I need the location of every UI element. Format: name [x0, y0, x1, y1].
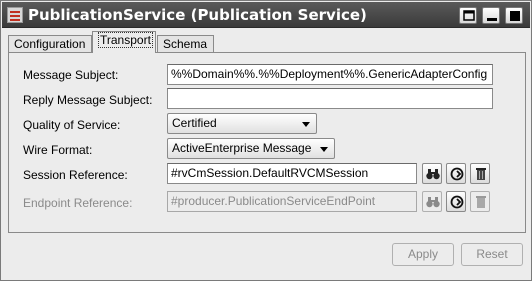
session-reference-field[interactable]: #rvCmSession.DefaultRVCMSession — [167, 163, 417, 184]
close-icon — [510, 11, 520, 21]
reset-button[interactable]: Reset — [461, 243, 523, 266]
tab-label: Transport — [98, 32, 153, 48]
tab-label: Configuration — [14, 37, 86, 51]
endpoint-browse-button[interactable] — [422, 191, 442, 212]
close-button[interactable] — [505, 7, 523, 24]
minimize-button[interactable] — [482, 7, 500, 24]
trash-icon — [476, 196, 486, 208]
publication-service-window: PublicationService (Publication Service)… — [0, 0, 532, 281]
window-restore-button[interactable] — [459, 7, 477, 24]
session-delete-button[interactable] — [470, 163, 490, 184]
minimize-icon — [487, 18, 497, 21]
title-bar[interactable]: PublicationService (Publication Service) — [2, 2, 530, 28]
endpoint-reference-label: Endpoint Reference: — [23, 196, 133, 210]
wire-format-select[interactable]: ActiveEnterprise Message — [167, 138, 335, 159]
window-restore-icon — [463, 10, 475, 21]
chevron-down-icon — [302, 122, 310, 127]
chevron-down-icon — [320, 147, 328, 152]
tab-configuration[interactable]: Configuration — [8, 35, 92, 53]
quality-of-service-select[interactable]: Certified — [167, 113, 317, 134]
adapter-app-icon — [7, 7, 23, 23]
message-subject-field[interactable]: %%Domain%%.%%Deployment%%.GenericAdapter… — [167, 64, 493, 85]
binoculars-icon — [426, 169, 440, 180]
wire-format-label: Wire Format: — [23, 143, 93, 157]
quality-of-service-label: Quality of Service: — [23, 118, 121, 132]
tab-label: Schema — [163, 37, 208, 51]
tab-transport[interactable]: Transport — [92, 31, 156, 53]
endpoint-delete-button[interactable] — [470, 191, 490, 212]
goto-reference-icon — [450, 195, 464, 209]
session-reference-label: Session Reference: — [23, 168, 128, 182]
apply-button[interactable]: Apply — [392, 243, 454, 266]
reply-message-subject-label: Reply Message Subject: — [23, 93, 153, 107]
wire-format-value: ActiveEnterprise Message — [172, 141, 312, 155]
trash-icon — [476, 168, 486, 180]
tab-schema[interactable]: Schema — [157, 35, 214, 53]
transport-panel: Message Subject: %%Domain%%.%%Deployment… — [8, 52, 526, 233]
session-goto-button[interactable] — [446, 163, 466, 184]
endpoint-reference-field[interactable]: #producer.PublicationServiceEndPoint — [167, 191, 417, 212]
goto-reference-icon — [450, 167, 464, 181]
quality-of-service-value: Certified — [172, 116, 217, 130]
window-title: PublicationService (Publication Service) — [28, 6, 367, 24]
endpoint-goto-button[interactable] — [446, 191, 466, 212]
binoculars-icon — [426, 197, 440, 208]
message-subject-label: Message Subject: — [23, 68, 119, 82]
reply-message-subject-field[interactable] — [167, 88, 493, 109]
session-browse-button[interactable] — [422, 163, 442, 184]
